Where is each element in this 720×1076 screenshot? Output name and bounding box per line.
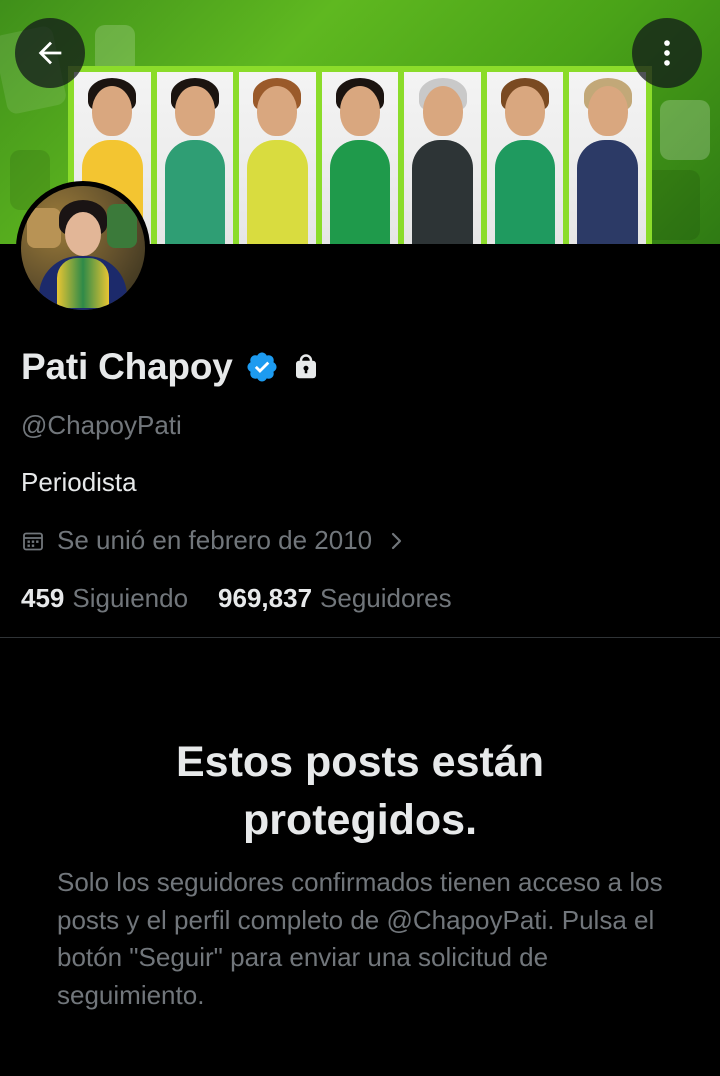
banner-person-face	[174, 86, 215, 136]
followers-count: 969,837	[218, 583, 313, 613]
banner-person-body	[247, 140, 308, 244]
verified-badge-icon[interactable]	[245, 350, 279, 384]
banner-person	[486, 72, 564, 244]
banner-person-body	[412, 140, 473, 244]
avatar-scarf-shape	[57, 258, 109, 308]
banner-person-face	[505, 86, 546, 136]
banner-person-body	[164, 140, 226, 244]
followers-link[interactable]: 969,837 Seguidores	[218, 583, 452, 614]
bio: Periodista	[21, 467, 137, 497]
name-row: Pati Chapoy	[21, 342, 321, 392]
banner-person-face	[422, 86, 463, 136]
banner-person	[239, 72, 316, 244]
banner-person	[404, 72, 481, 244]
followers-label: Seguidores	[320, 583, 452, 613]
banner-person	[321, 72, 399, 244]
protected-posts-description: Solo los seguidores confirmados tienen a…	[57, 867, 663, 1010]
banner-person-face	[587, 86, 628, 136]
more-vertical-icon	[664, 40, 670, 66]
avatar-background-shape	[27, 208, 61, 248]
chevron-right-icon	[384, 529, 408, 553]
joined-date-text: Se unió en febrero de 2010	[57, 525, 373, 555]
more-options-button[interactable]	[632, 18, 702, 88]
following-label: Siguiendo	[72, 583, 189, 613]
avatar-photo	[21, 186, 145, 310]
banner-person-body	[494, 140, 556, 244]
banner-person	[569, 72, 647, 244]
profile-page: Pati Chapoy @ChapoyPati Periodista Se un…	[0, 0, 720, 1076]
lock-icon	[291, 352, 321, 382]
protected-posts-title: Estos posts están protegidos.	[176, 738, 544, 844]
banner-cast-photo	[68, 66, 652, 244]
avatar-face-shape	[65, 212, 101, 256]
banner-person-face	[340, 86, 381, 136]
joined-date-row[interactable]: Se unió en febrero de 2010	[21, 525, 408, 556]
banner-person	[156, 72, 234, 244]
following-link[interactable]: 459 Siguiendo	[21, 583, 188, 614]
banner-person-body	[329, 140, 391, 244]
arrow-left-icon	[38, 41, 62, 65]
handle: @ChapoyPati	[21, 410, 182, 440]
follow-stats: 459 Siguiendo 969,837 Seguidores	[21, 583, 452, 614]
divider	[0, 637, 720, 638]
avatar-background-shape	[107, 204, 137, 248]
banner-person-face	[257, 86, 298, 136]
following-count: 459	[21, 583, 65, 613]
banner-decoration	[660, 100, 710, 160]
back-button[interactable]	[15, 18, 85, 88]
banner-person-body	[577, 140, 639, 244]
avatar[interactable]	[16, 181, 150, 315]
display-name: Pati Chapoy	[21, 346, 233, 387]
calendar-icon	[21, 529, 45, 553]
banner-person-face	[92, 86, 133, 136]
